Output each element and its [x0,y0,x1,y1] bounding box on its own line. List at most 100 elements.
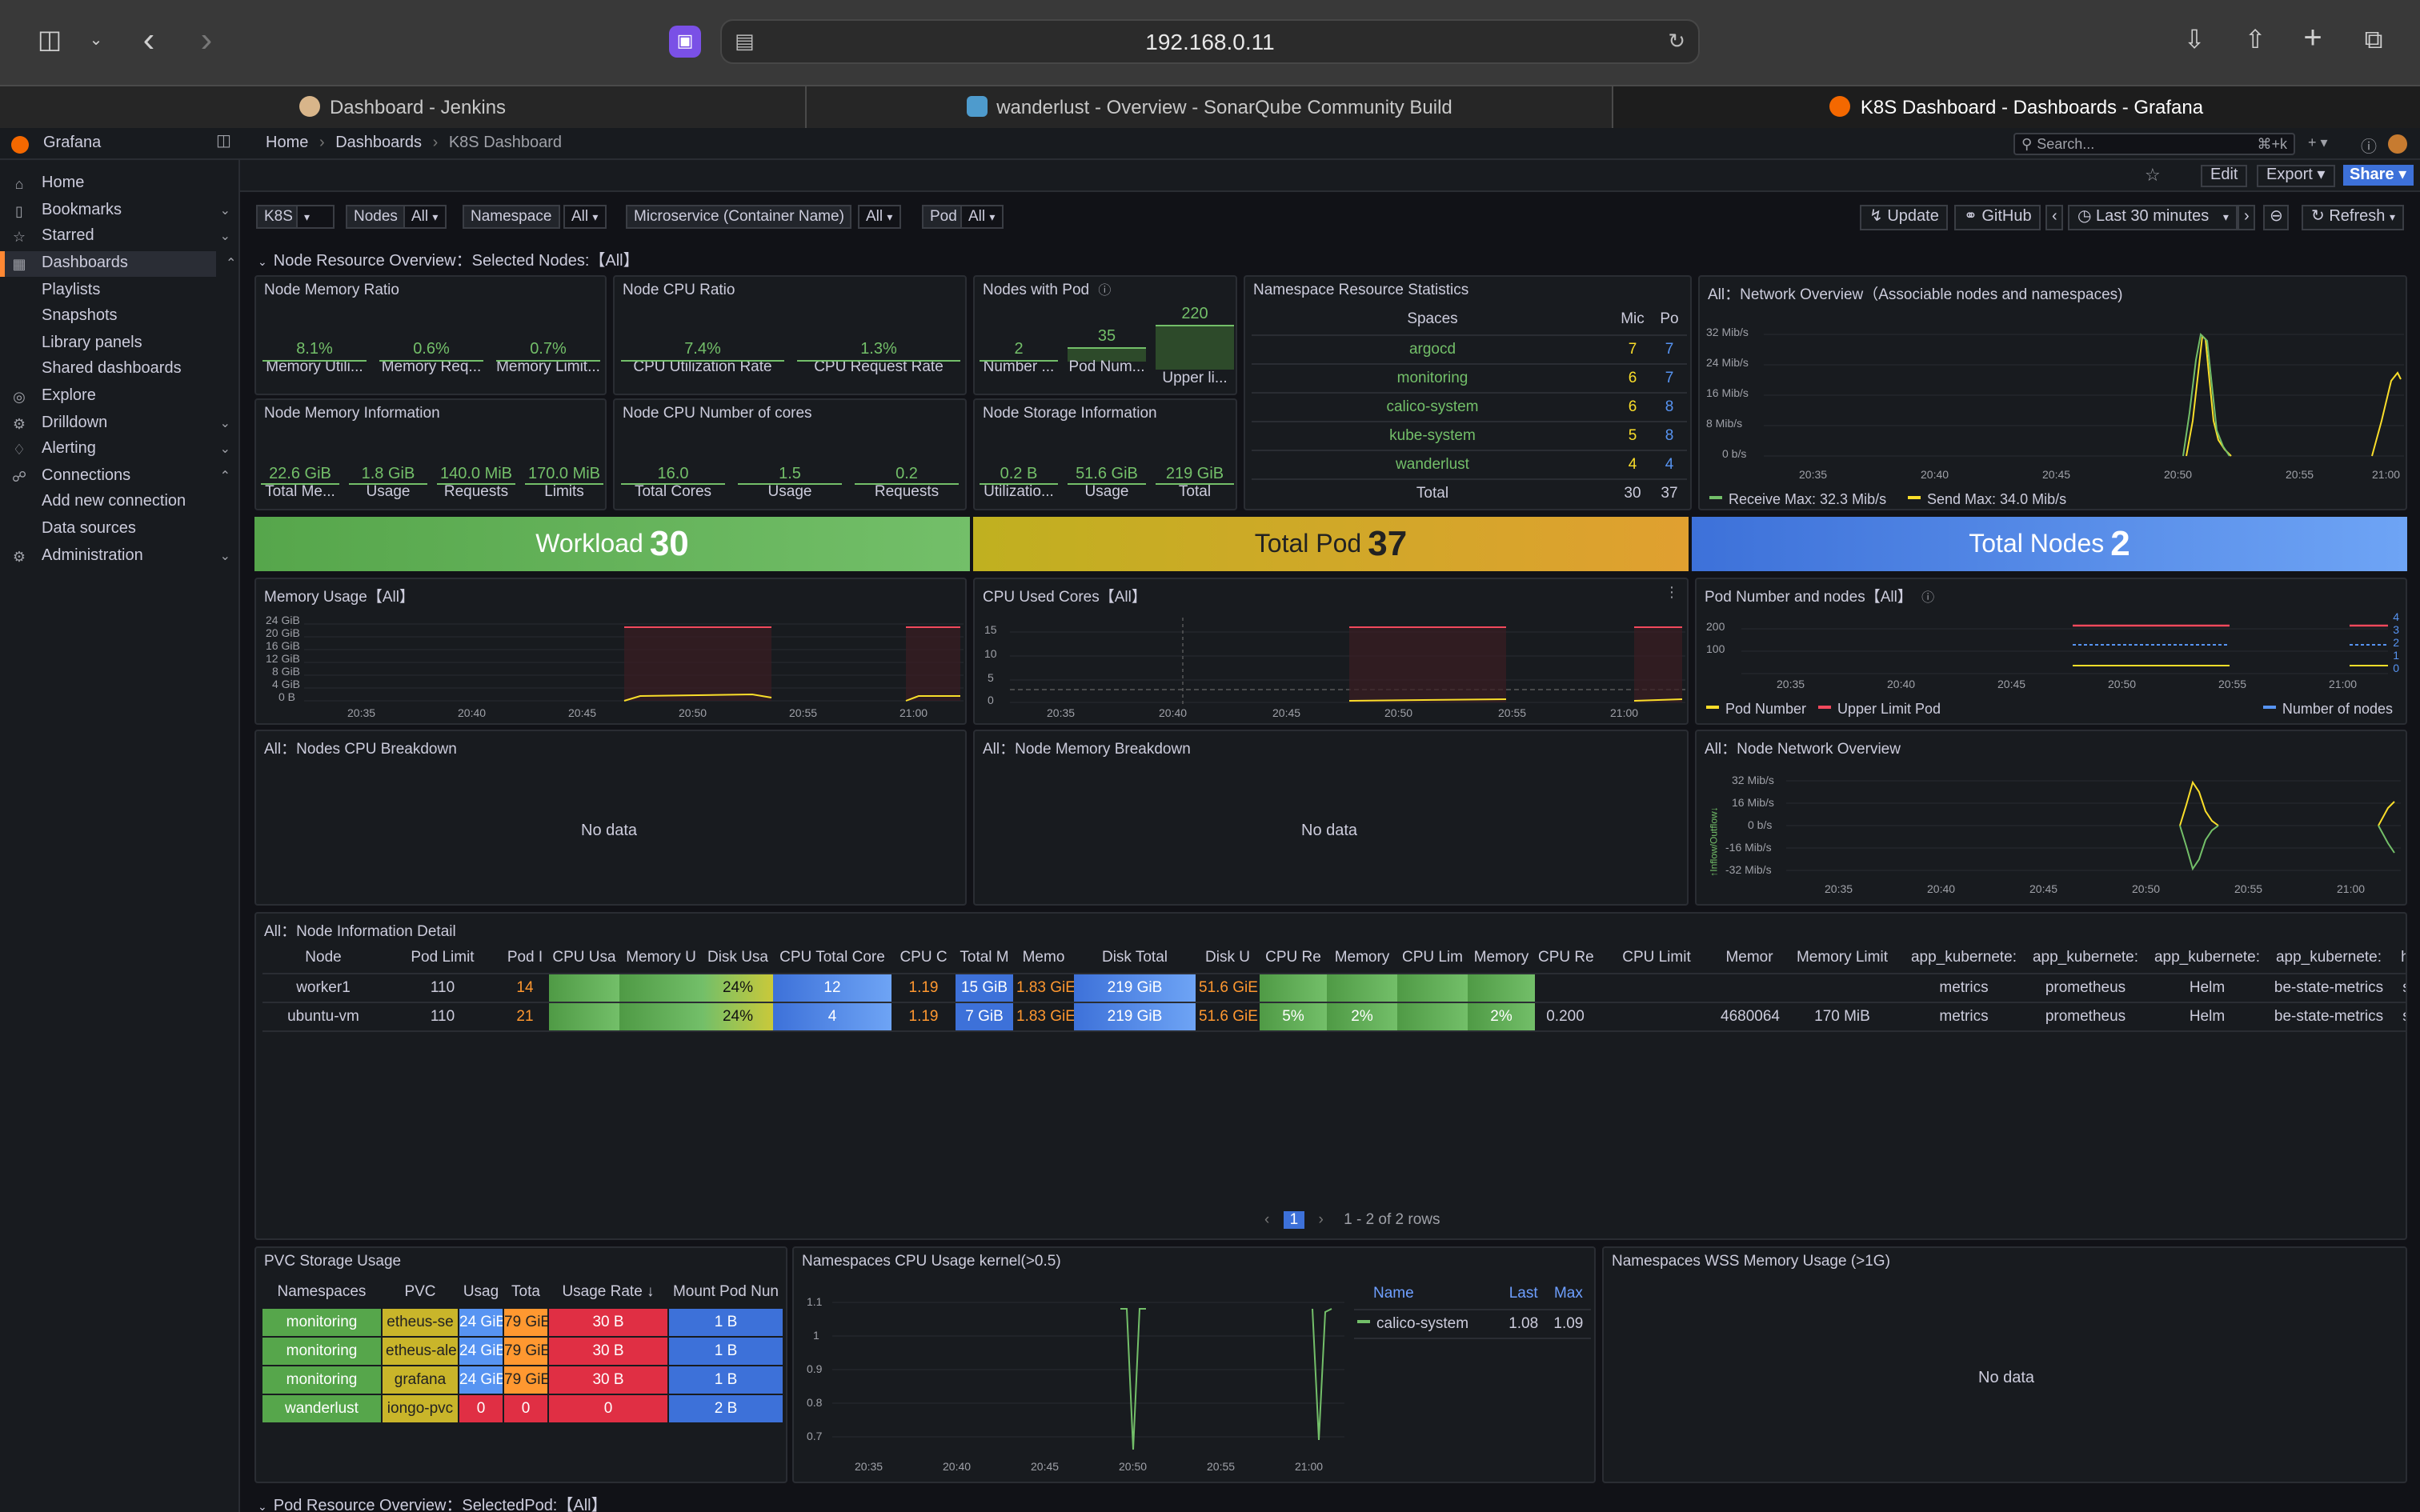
zoom-out-button[interactable]: ⊖ [2263,205,2290,230]
table-row[interactable]: ubuntu-vm 110 21 24% 4 1.19 7 GiB 1.83 G… [262,1002,2406,1030]
sidebar-item-snapshots[interactable]: Snapshots [0,304,240,330]
stat-pod-number: 35 [1097,328,1116,346]
table-row[interactable]: monitoring etheus-se 24 GiB 79 GiE 30 B … [261,1306,784,1337]
browser-tab-grafana[interactable]: K8S Dashboard - Dashboards - Grafana [1613,86,2420,128]
extension-icon[interactable]: ▣ [669,26,701,58]
time-next-button[interactable]: › [2238,205,2256,230]
panel-node-memory-information: Node Memory Information 22.6 GiB Total Me… [254,398,607,510]
var-pod-select[interactable]: All ▾ [960,205,1004,229]
sidebar-item-home[interactable]: ⌂ Home [0,171,240,197]
page-next-button[interactable]: › [1319,1211,1324,1229]
var-k8s-select[interactable]: ▾ [296,205,335,229]
var-microservice-select[interactable]: All ▾ [858,205,901,229]
download-icon[interactable]: ⇩ [2177,26,2212,58]
panel-title: Namespaces CPU Usage kernel(>0.5) [802,1253,1061,1270]
search-icon: ⚲ [2021,136,2033,152]
panel-title: Node Memory Information [264,405,440,422]
sidebar-item-alerting[interactable]: ♢ Alerting ⌄ [0,437,240,462]
sidebar-item-add-new-connection[interactable]: Add new connection [0,490,240,515]
back-icon[interactable]: ‹ [131,22,166,57]
chevron-down-icon[interactable]: ⌄ [78,26,114,58]
sidebar-item-shared-dashboards[interactable]: Shared dashboards [0,357,240,382]
add-menu-button[interactable]: + ▾ [2308,134,2328,152]
export-button[interactable]: Export ▾ [2257,165,2335,187]
sidebar-item-connections[interactable]: ☍ Connections ⌃ [0,464,240,490]
sidebar-toggle-icon[interactable]: ◫ [32,26,67,58]
sidebar-item-administration[interactable]: ⚙ Administration ⌄ [0,544,240,570]
section-node-overview[interactable]: ⌄ Node Resource Overview：Selected Nodes:【… [258,246,639,270]
table-row[interactable]: monitoring grafana 24 GiB 79 GiE 30 B 1 … [261,1364,784,1394]
panel-namespace-resource-statistics: Namespace Resource Statistics Spaces Mic… [1244,275,1692,510]
search-input[interactable]: ⚲ Search... ⌘+k [2013,133,2295,155]
chevron-up-icon[interactable]: ⌃ [220,464,230,490]
sidebar-item-library-panels[interactable]: Library panels [0,331,240,357]
sidebar-item-dashboards[interactable]: ▦ Dashboards [0,251,216,277]
legend-pod-number[interactable]: Pod Number [1706,701,1806,717]
stat-total-nodes: Total Nodes 2 [1692,517,2407,571]
browser-tab-jenkins[interactable]: Dashboard - Jenkins [0,86,807,128]
sidebar-item-bookmarks[interactable]: ▯ Bookmarks ⌄ [0,198,240,224]
grafana-logo-icon[interactable] [11,136,29,154]
table-row: monitoring 6 7 [1252,363,1687,392]
sidebar-item-data-sources[interactable]: Data sources [0,517,240,542]
sort-usage-rate-header[interactable]: Usage Rate ↓ [548,1278,668,1307]
sidebar-item-explore[interactable]: ◎ Explore [0,384,240,410]
grafana-favicon-icon [1829,96,1851,117]
var-nodes-select[interactable]: All ▾ [403,205,447,229]
forward-icon[interactable]: › [189,22,224,57]
panel-node-cpu-cores: Node CPU Number of cores 16.0 Total Cores… [613,398,967,510]
dock-menu-icon[interactable]: ◫ [216,133,231,150]
time-prev-button[interactable]: ‹ [2045,205,2064,230]
table-row[interactable]: monitoring etheus-ale 24 GiB 79 GiE 30 B… [261,1335,784,1366]
cpu-legend-table: Name Last Max calico-system 1.08 1.09 [1354,1280,1591,1338]
info-icon[interactable]: ⓘ [1921,590,1934,605]
chevron-down-icon[interactable]: ⌄ [220,224,230,250]
breadcrumb-home[interactable]: Home [266,134,308,152]
share-icon[interactable]: ⇧ [2238,26,2273,58]
brand-name: Grafana [43,134,102,152]
legend-row[interactable]: calico-system 1.08 1.09 [1354,1309,1591,1338]
time-range-picker[interactable]: ◷ Last 30 minutes ▾ [2068,205,2238,230]
legend-upper-limit-pod[interactable]: Upper Limit Pod [1818,701,1941,717]
chevron-up-icon[interactable]: ⌃ [226,256,236,270]
help-icon[interactable]: ⓘ [2361,133,2377,157]
tab-overview-icon[interactable]: ⧉ [2356,26,2391,58]
var-namespace-select[interactable]: All ▾ [563,205,607,229]
home-icon: ⌂ [14,176,24,192]
chevron-down-icon[interactable]: ⌄ [220,198,230,224]
github-link[interactable]: ⚭ GitHub [1954,205,2041,230]
star-dashboard-icon[interactable]: ☆ [2145,165,2161,186]
sidebar-item-starred[interactable]: ☆ Starred ⌄ [0,224,240,250]
table-row[interactable]: worker1 110 14 24% 12 1.19 15 GiB 1.83 G… [262,973,2406,1002]
breadcrumb-dashboards[interactable]: Dashboards [335,134,422,152]
section-pod-overview[interactable]: ⌄ Pod Resource Overview：SelectedPod:【All】 [258,1491,607,1512]
table-row[interactable]: wanderlust iongo-pvc 0 0 0 2 B [261,1393,784,1423]
stat-memory-request: 0.6% Memory Req... [381,341,482,376]
chevron-down-icon[interactable]: ⌄ [220,437,230,462]
share-button[interactable]: Share ▾ [2343,165,2414,186]
panel-menu-icon[interactable]: ⋮ [1665,584,1679,602]
edit-button[interactable]: Edit [2201,165,2248,187]
update-button[interactable]: ↯ Update [1860,205,1949,230]
avatar[interactable] [2388,134,2407,154]
new-tab-icon[interactable]: + [2295,22,2330,54]
panel-title: Node CPU Number of cores [623,405,812,422]
sidebar-item-playlists[interactable]: Playlists [0,278,240,304]
chevron-down-icon[interactable]: ⌄ [220,544,230,570]
refresh-button[interactable]: ↻ Refresh ▾ [2302,205,2405,230]
info-icon[interactable]: ⓘ [1098,283,1111,298]
chevron-down-icon[interactable]: ⌄ [220,411,230,437]
page-settings-icon[interactable]: ▤ [735,21,755,62]
legend-receive[interactable]: Receive Max: 32.3 Mib/s [1709,491,1886,507]
panel-memory-usage: Memory Usage【All】 24 GiB 20 GiB 16 GiB 1… [254,578,967,725]
node-network-chart [1786,780,2401,871]
legend-send[interactable]: Send Max: 34.0 Mib/s [1908,491,2066,507]
reload-icon[interactable]: ↻ [1668,21,1685,62]
page-current-button[interactable]: 1 [1283,1211,1305,1229]
page-prev-button[interactable]: ‹ [1264,1211,1269,1229]
browser-tab-bar: Dashboard - Jenkins wanderlust - Overvie… [0,85,2420,128]
address-bar[interactable]: ▤ 192.168.0.11 ↻ [720,19,1700,64]
sidebar-item-drilldown[interactable]: ⚙ Drilldown ⌄ [0,411,240,437]
browser-tab-sonarqube[interactable]: wanderlust - Overview - SonarQube Commun… [807,86,1613,128]
legend-number-of-nodes[interactable]: Number of nodes [2262,701,2393,717]
